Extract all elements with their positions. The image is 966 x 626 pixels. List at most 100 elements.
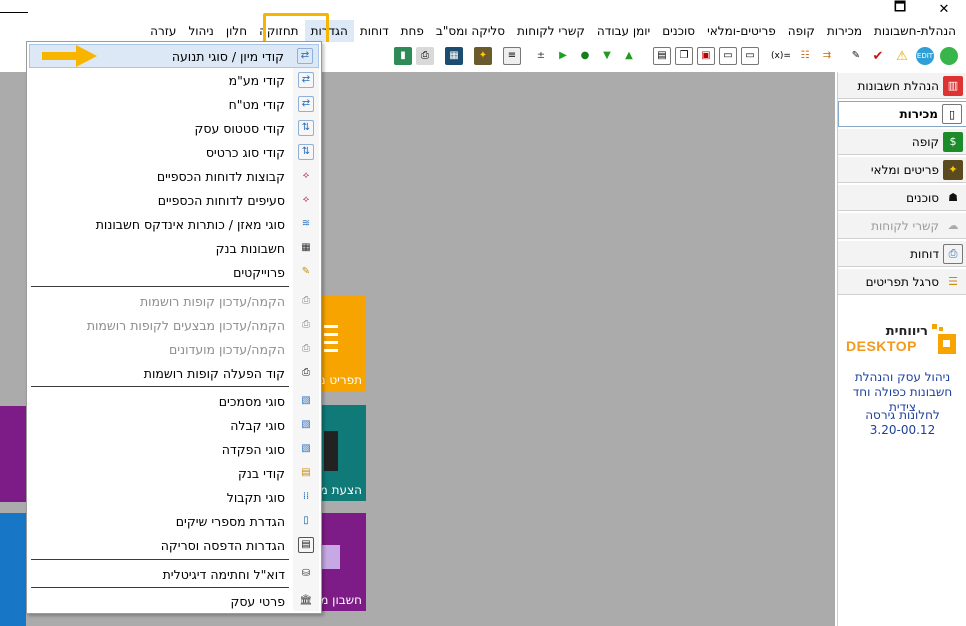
tile-left-blue[interactable]: [0, 513, 26, 626]
sidebar-item-agents[interactable]: ☗ סוכנים: [838, 185, 966, 211]
menu-item-check-numbers[interactable]: ▯ הגדרת מספרי שיקים: [29, 509, 319, 533]
menu-item-email-signature[interactable]: ⛁ דוא"ל וחתימה דיגיטלית: [29, 562, 319, 586]
settings-dropdown-menu: ⇄ קודי מיון / סוגי תנועה ⇄ קודי מע"מ ⇄ ק…: [26, 41, 322, 614]
menu-item-label: הגדרות הדפסה וסריקה: [160, 537, 285, 553]
brand-mark-icon: [932, 324, 956, 354]
menu-item-currency-codes[interactable]: ⇄ קודי מט"ח: [29, 92, 319, 116]
menu-item-document-types[interactable]: ▧ סוגי מסמכים: [29, 389, 319, 413]
menu-item-sort-codes[interactable]: ⇄ קודי מיון / סוגי תנועה: [29, 44, 319, 68]
clubs-icon: ⎙: [302, 343, 310, 354]
menu-item-cash-registers[interactable]: ⎙ הקמה/עדכון קופות רושמות: [29, 289, 319, 313]
restore-window-button[interactable]: 🗖: [880, 0, 920, 18]
card-icon[interactable]: ▭: [719, 47, 737, 65]
menu-accounting[interactable]: הנהלת-חשבונות: [868, 20, 962, 42]
menu-register[interactable]: קופה: [782, 20, 821, 42]
money-bag-icon[interactable]: ●: [576, 47, 594, 65]
menu-item-business-status[interactable]: ⇅ קודי סטטוס עסק: [29, 116, 319, 140]
menu-reports[interactable]: דוחות: [354, 20, 395, 42]
edit-round-icon[interactable]: EDIT: [916, 47, 934, 65]
sidebar-item-accounting[interactable]: ▥ הנהלת חשבונות: [838, 73, 966, 99]
exit-door-icon[interactable]: ▮: [394, 47, 412, 65]
notepad-icon[interactable]: ≡: [503, 47, 521, 65]
menu-item-payment-types[interactable]: ⁞⁞ סוגי תקבול: [29, 485, 319, 509]
report-groups-icon: ⟡: [302, 170, 310, 181]
menu-item-label: קודי סוג כרטיס: [205, 144, 285, 160]
sidebar-item-sales[interactable]: ▯ מכירות: [838, 101, 966, 127]
tools-box-icon[interactable]: ✦: [474, 47, 492, 65]
report-icon[interactable]: ▣: [697, 47, 715, 65]
edit-pen-icon[interactable]: ✎: [847, 47, 865, 65]
menu-item-vat-codes[interactable]: ⇄ קודי מע"מ: [29, 68, 319, 92]
menu-item-deposit-types[interactable]: ▧ סוגי הפקדה: [29, 437, 319, 461]
brand-name: ריווחית: [885, 324, 928, 339]
upload-green-icon[interactable]: ▲: [620, 47, 638, 65]
menu-item-register-promos[interactable]: ⎙ הקמה/עדכון מבצעים לקופות רושמות: [29, 313, 319, 337]
sidebar-item-label: פריטים ומלאי: [870, 162, 939, 177]
menu-item-receipt-types[interactable]: ▧ סוגי קבלה: [29, 413, 319, 437]
menu-window[interactable]: חלון: [220, 20, 253, 42]
close-icon: ✕: [938, 1, 950, 17]
tile-left-purple[interactable]: [0, 406, 26, 502]
formula-icon[interactable]: (x)=: [770, 47, 792, 65]
menu-item-projects[interactable]: ✎ פרוייקטים: [29, 260, 319, 284]
version-number: 3.20-00.12: [869, 423, 936, 437]
sidebar-item-label: הנהלת חשבונות: [857, 78, 939, 93]
menu-settings[interactable]: הגדרות: [304, 20, 354, 42]
menu-help[interactable]: עזרה: [144, 20, 182, 42]
customer-cloud-icon: ☁: [947, 219, 959, 232]
menu-item-label: סוגי קבלה: [230, 417, 285, 433]
menu-item-card-type[interactable]: ⇅ קודי סוג כרטיס: [29, 140, 319, 164]
menu-tree-icon: ☰: [948, 275, 958, 288]
menu-sales[interactable]: מכירות: [821, 20, 868, 42]
menu-agents[interactable]: סוכנים: [656, 20, 701, 42]
menu-item-label: סעיפים לדוחות הכספיים: [157, 192, 285, 208]
printer-icon[interactable]: ⎙: [416, 47, 434, 65]
menu-inventory[interactable]: פריטים-ומלאי: [701, 20, 782, 42]
stack-icon[interactable]: ☷: [796, 47, 814, 65]
forward-icon[interactable]: ▶: [554, 47, 572, 65]
copy-icon[interactable]: ❐: [675, 47, 693, 65]
bank-accounts-icon: ▦: [301, 242, 311, 253]
menu-item-bank-codes[interactable]: ▤ קודי בנק: [29, 461, 319, 485]
close-window-button[interactable]: ✕: [924, 0, 964, 18]
sidebar-item-inventory[interactable]: ✦ פריטים ומלאי: [838, 157, 966, 183]
cash-register-promo-icon: ⎙: [302, 319, 310, 330]
print-scan-icon: ▤: [298, 537, 314, 553]
menu-item-bank-accounts[interactable]: ▦ חשבונות בנק: [29, 236, 319, 260]
menu-manage[interactable]: ניהול: [182, 20, 219, 42]
tile-invoice-label: חשבון מ: [320, 593, 362, 607]
menu-separator: [31, 386, 289, 387]
menu-maintenance[interactable]: תחזוקה: [253, 20, 305, 42]
sidebar-item-reports[interactable]: ⎙ דוחות: [838, 241, 966, 267]
menu-item-print-scan[interactable]: ▤ הגדרות הדפסה וסריקה: [29, 533, 319, 557]
tile-invoice[interactable]: חשבון מ: [320, 513, 366, 611]
tile-menu[interactable]: תפריט מ: [320, 295, 366, 391]
sidebar-item-register[interactable]: $ קופה: [838, 129, 966, 155]
title-bar: 🗖 ✕: [0, 0, 966, 20]
plus-minus-icon[interactable]: ±: [532, 47, 550, 65]
menu-item-report-groups[interactable]: ⟡ קבוצות לדוחות הכספיים: [29, 164, 319, 188]
menu-work-diary[interactable]: יומן עבודה: [591, 20, 656, 42]
transfer-icon[interactable]: ⇉: [818, 47, 836, 65]
menu-item-clubs[interactable]: ⎙ הקמה/עדכון מועדונים: [29, 337, 319, 361]
menu-clearing[interactable]: סליקה ומס"ב: [430, 20, 511, 42]
check-red-icon[interactable]: ✔: [869, 47, 887, 65]
menu-item-business-details[interactable]: 🏛 פרטי עסק: [29, 589, 319, 613]
menu-item-register-activation[interactable]: ⎙ קוד הפעלה קופות רושמות: [29, 361, 319, 385]
menu-item-report-sections[interactable]: ⟡ סעיפים לדוחות הכספיים: [29, 188, 319, 212]
tile-quote-label: הצעת מ: [320, 483, 362, 497]
warning-icon[interactable]: ⚠: [893, 47, 911, 65]
tile-quote[interactable]: הצעת מ: [320, 405, 366, 501]
sidebar-item-crm[interactable]: ☁ קשרי לקוחות: [838, 213, 966, 239]
sidebar-item-menu-bar[interactable]: ☰ סרגל תפריטים: [838, 269, 966, 295]
menu-depreciation[interactable]: פחת: [395, 20, 430, 42]
card2-icon[interactable]: ▭: [741, 47, 759, 65]
menu-separator: [31, 587, 289, 588]
green-circle-icon[interactable]: [940, 47, 958, 65]
download-green-icon[interactable]: ▼: [598, 47, 616, 65]
menu-item-label: הקמה/עדכון מבצעים לקופות רושמות: [86, 317, 285, 333]
calculator-icon[interactable]: ▦: [445, 47, 463, 65]
menu-item-balance-types[interactable]: ≋ סוגי מאזן / כותרות אינדקס חשבונות: [29, 212, 319, 236]
documents-icon[interactable]: ▤: [653, 47, 671, 65]
menu-crm[interactable]: קשרי לקוחות: [511, 20, 591, 42]
